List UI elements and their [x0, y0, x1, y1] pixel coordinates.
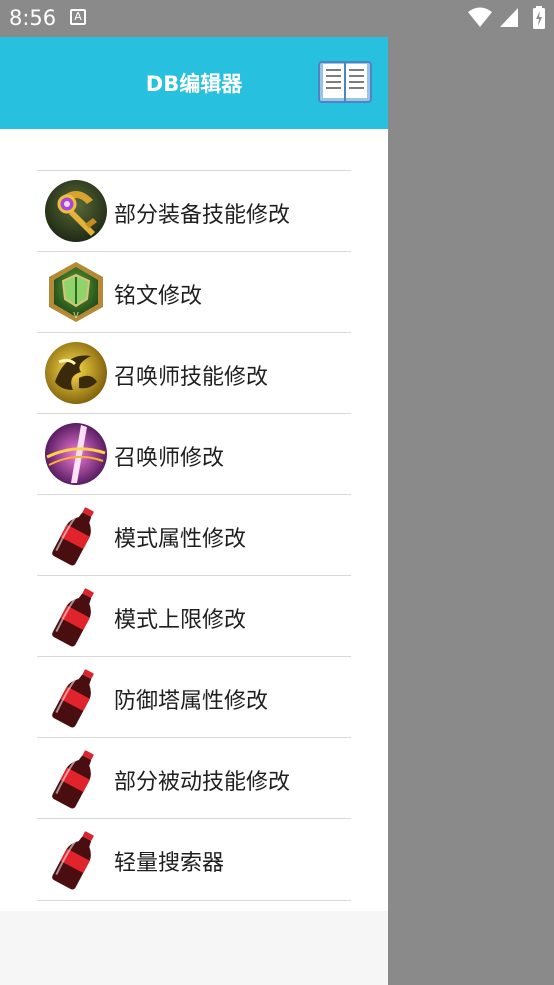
menu-item-inscription[interactable]: V 铭文修改 — [37, 251, 351, 333]
menu-item-light-search[interactable]: 轻量搜索器 — [37, 818, 351, 901]
notification-icon: A — [70, 9, 86, 25]
menu-item-label: 召唤师技能修改 — [114, 365, 269, 390]
menu-item-label: 部分装备技能修改 — [114, 203, 291, 228]
cola-bottle-icon — [52, 750, 94, 809]
menu-item-summoner-skill[interactable]: 召唤师技能修改 — [37, 332, 351, 414]
summoner-purple-icon — [45, 423, 107, 485]
menu-item-label: 部分被动技能修改 — [114, 770, 291, 795]
menu-item-passive-skill[interactable]: 部分被动技能修改 — [37, 737, 351, 819]
navigation-drawer: DB编辑器 部分装备技能修改 V 铭文修改 召唤师技能修改 召唤师修改 模式属性… — [0, 37, 388, 985]
menu-item-label: 召唤师修改 — [114, 446, 225, 471]
battery-icon — [533, 6, 545, 29]
cola-bottle-icon — [52, 507, 94, 566]
inscription-shield-icon: V — [49, 262, 103, 322]
menu-item-summoner[interactable]: 召唤师修改 — [37, 413, 351, 495]
cola-bottle-icon — [52, 588, 94, 647]
book-icon[interactable] — [318, 59, 372, 105]
menu-list: 部分装备技能修改 V 铭文修改 召唤师技能修改 召唤师修改 模式属性修改 模式上… — [0, 129, 388, 911]
status-icons — [467, 6, 546, 30]
wifi-icon — [467, 7, 492, 27]
menu-item-equipment-skill[interactable]: 部分装备技能修改 — [37, 170, 351, 252]
menu-item-mode-limit[interactable]: 模式上限修改 — [37, 575, 351, 657]
menu-item-mode-attribute[interactable]: 模式属性修改 — [37, 494, 351, 576]
equipment-staff-icon — [45, 180, 107, 242]
menu-item-label: 轻量搜索器 — [114, 851, 225, 876]
menu-item-label: 模式属性修改 — [114, 527, 247, 552]
cola-bottle-icon — [52, 669, 94, 728]
svg-text:V: V — [73, 311, 79, 320]
status-time: 8:56 — [9, 6, 57, 30]
cola-bottle-icon — [52, 831, 94, 890]
menu-item-label: 防御塔属性修改 — [114, 689, 269, 714]
menu-item-label: 模式上限修改 — [114, 608, 247, 633]
menu-item-tower-attribute[interactable]: 防御塔属性修改 — [37, 656, 351, 738]
status-bar: 8:56 A — [0, 0, 554, 37]
signal-icon — [499, 8, 518, 27]
drawer-header: DB编辑器 — [0, 37, 388, 129]
drawer-scrim[interactable] — [388, 37, 554, 985]
summoner-skill-icon — [45, 342, 107, 404]
menu-item-label: 铭文修改 — [114, 284, 203, 309]
